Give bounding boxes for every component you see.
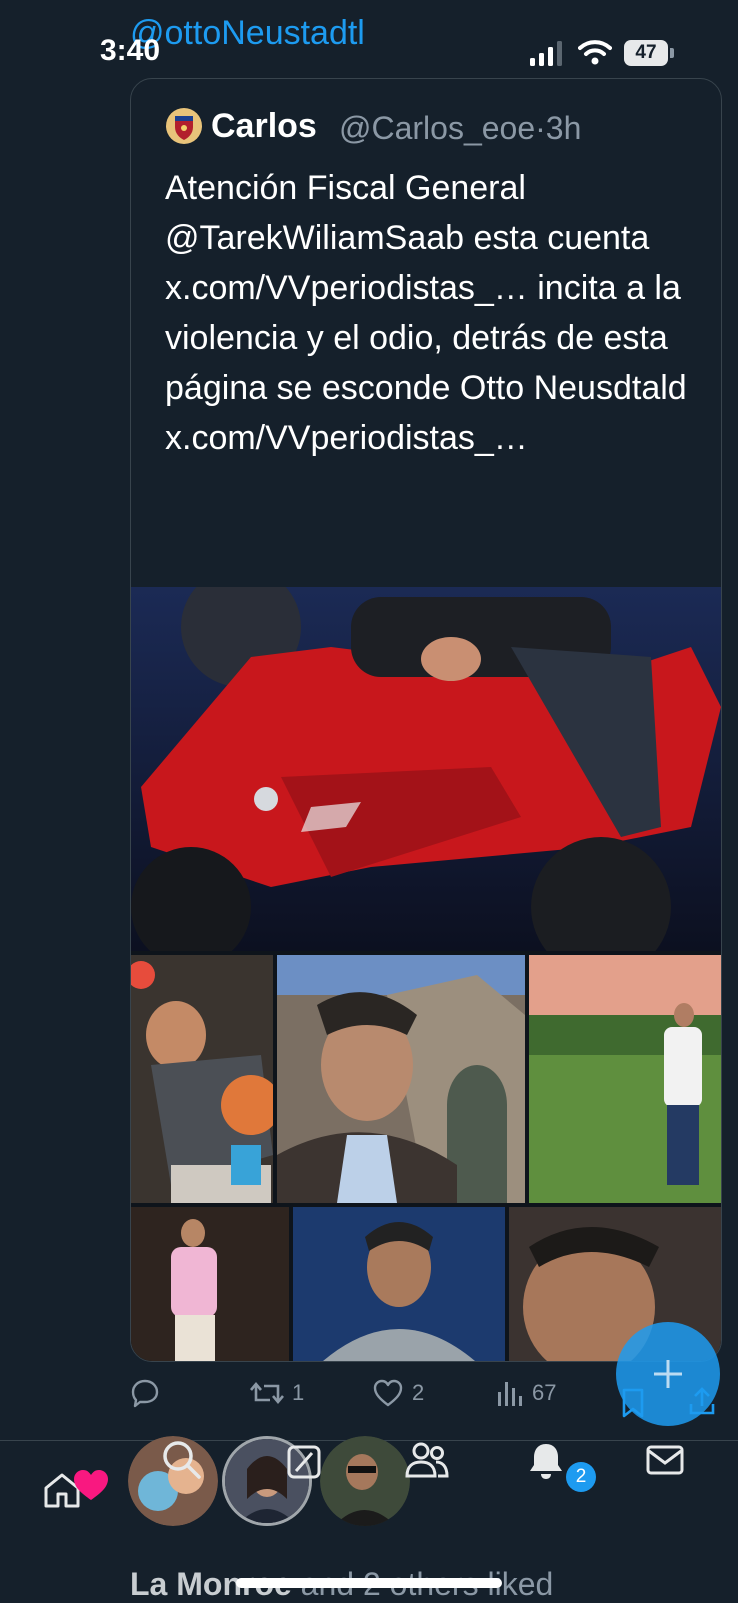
retweet-icon [250,1381,284,1405]
heart-sticker-icon [74,1470,108,1500]
like-button[interactable]: 2 [372,1378,424,1408]
background-mention-text: @ottoNeustadtl [130,14,365,52]
photo-motorcycle[interactable] [131,587,721,951]
media-grid[interactable] [131,587,721,1361]
story-avatar-3[interactable] [320,1436,410,1526]
views-icon [498,1382,522,1406]
photo-man-cathedral[interactable] [277,955,525,1203]
bell-icon[interactable] [526,1440,566,1480]
battery-level: 47 [635,42,657,63]
status-time: 3:40 [100,34,161,67]
quote-author-handle[interactable]: @Carlos_eoe·3h [339,110,581,147]
battery-icon: 47 [624,40,674,66]
reply-icon [131,1379,159,1408]
photo-birthday-cake[interactable] [131,955,273,1203]
wifi-icon [578,40,612,65]
quoted-tweet-card[interactable]: Carlos @Carlos_eoe·3h Atención Fiscal Ge… [130,78,722,1362]
communities-icon[interactable] [404,1440,450,1480]
compose-fab[interactable] [616,1322,720,1426]
like-icon [373,1379,403,1407]
view-count: 67 [532,1380,557,1405]
grok-icon[interactable] [286,1444,322,1480]
quote-handle-text[interactable]: @Carlos_eoe [339,110,535,146]
reply-button[interactable] [130,1378,160,1408]
mail-icon[interactable] [646,1444,684,1476]
home-indicator [236,1578,502,1588]
photo-man-pink-shirt[interactable] [131,1207,289,1361]
like-count: 2 [412,1380,425,1405]
search-icon[interactable] [160,1438,202,1480]
notification-badge: 2 [566,1462,596,1492]
quote-author-name[interactable]: Carlos [211,107,317,146]
cellular-signal-icon [530,41,562,66]
photo-man-field[interactable] [529,955,721,1203]
quote-tweet-text: Atención Fiscal General @TarekWiliamSaab… [165,169,687,457]
photo-man-blue-background[interactable] [293,1207,505,1361]
plus-icon [654,1360,682,1388]
quote-timestamp: ·3h [535,110,582,146]
views-button[interactable]: 67 [496,1378,556,1408]
shield-badge-avatar[interactable] [165,107,203,145]
retweet-button[interactable]: 1 [250,1378,304,1408]
retweet-count: 1 [292,1380,305,1405]
